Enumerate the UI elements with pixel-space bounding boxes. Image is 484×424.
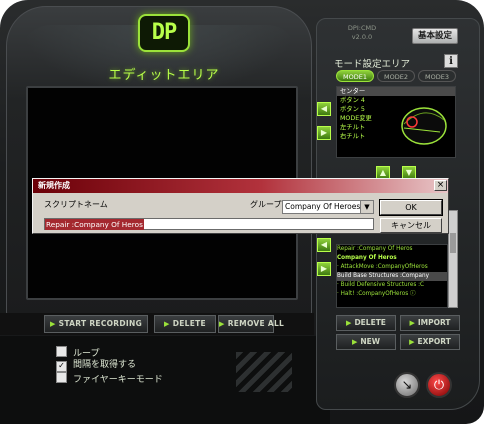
play-icon: ▶ (409, 338, 415, 346)
decorative-stripes (236, 352, 292, 392)
play-icon: ▶ (49, 320, 56, 328)
macro-list-scrollbar[interactable] (448, 210, 458, 308)
loop-option[interactable]: ループ (56, 346, 206, 359)
export-label: EXPORT (417, 337, 451, 346)
macro-list: Repair :Company Of Heros Company Of Hero… (336, 244, 448, 308)
group-select[interactable]: Company Of Heroes ▼ (282, 200, 374, 214)
dp-logo: DP (138, 14, 190, 52)
assign-next-arrow-icon[interactable]: ▶ (317, 126, 331, 140)
info-icon[interactable]: i (444, 54, 458, 68)
interval-label: 間隔を取得する (73, 360, 137, 370)
tab-mode2[interactable]: MODE2 (377, 70, 415, 82)
tab-mode3[interactable]: MODE3 (418, 70, 456, 82)
loop-label: ループ (73, 349, 100, 359)
mouse-icon (401, 107, 447, 145)
start-recording-button[interactable]: ▶ START RECORDING (44, 315, 148, 333)
delete-action-label: DELETE (172, 319, 206, 328)
list-item[interactable]: · Halt! :CompanyOfHeros ⓘ (337, 290, 447, 299)
list-prev-arrow-icon[interactable]: ◀ (317, 238, 331, 252)
delete-button[interactable]: ▶ DELETE (336, 315, 396, 331)
group-label: グループ (250, 200, 282, 209)
play-icon: ▶ (164, 320, 170, 328)
version-info: DPI:CMD v2.0.0 (326, 24, 398, 46)
group-select-value: Company Of Heroes (285, 202, 361, 211)
minimize-icon[interactable]: ↘ (394, 372, 420, 398)
delete-label: DELETE (354, 318, 386, 327)
remove-all-label: REMOVE ALL (227, 319, 285, 328)
script-name-label: スクリプトネーム (44, 200, 108, 209)
fire-key-option[interactable]: ファイヤーキーモード (56, 372, 206, 385)
list-item[interactable]: · AttackMove :CompanyOfHeros (337, 263, 447, 272)
list-next-arrow-icon[interactable]: ▶ (317, 262, 331, 276)
remove-all-button[interactable]: ▶ REMOVE ALL (218, 315, 284, 333)
list-group[interactable]: Company Of Heros (337, 254, 447, 263)
ok-button[interactable]: OK (379, 199, 443, 216)
scrollbar-thumb[interactable] (450, 233, 456, 253)
import-button[interactable]: ▶ IMPORT (400, 315, 460, 331)
list-item[interactable]: Repair :Company Of Heros (337, 245, 447, 254)
version-label: v2.0.0 (351, 33, 373, 41)
close-icon[interactable]: × (434, 180, 447, 191)
dpi-label: DPI:CMD (347, 24, 377, 32)
script-name-input[interactable]: Repair :Company Of Heros (44, 218, 374, 230)
new-button[interactable]: ▶ NEW (336, 334, 396, 350)
edit-area-title: エディットエリア (108, 68, 220, 83)
assign-prev-arrow-icon[interactable]: ◀ (317, 102, 331, 116)
start-recording-label: START RECORDING (58, 319, 143, 328)
import-label: IMPORT (417, 318, 451, 327)
loop-checkbox[interactable] (56, 346, 67, 357)
export-button[interactable]: ▶ EXPORT (400, 334, 460, 350)
dialog-title: 新規作成 (33, 179, 448, 193)
play-icon: ▶ (346, 319, 352, 327)
play-icon: ▶ (219, 320, 225, 328)
fire-key-checkbox[interactable] (56, 372, 67, 383)
tab-mode1[interactable]: MODE1 (336, 70, 374, 82)
power-icon[interactable]: ⏻ (426, 372, 452, 398)
script-name-value: Repair :Company Of Heros (45, 219, 144, 230)
interval-option[interactable]: ✓ 間隔を取得する (56, 359, 206, 372)
delete-action-button[interactable]: ▶ DELETE (154, 315, 216, 333)
chevron-down-icon[interactable]: ▼ (360, 201, 373, 213)
fire-key-label: ファイヤーキーモード (73, 375, 163, 385)
list-item[interactable]: Build Base Structures :Company (337, 272, 447, 281)
new-label: NEW (360, 337, 381, 346)
interval-checkbox[interactable]: ✓ (56, 361, 67, 372)
mode-area-title: モード設定エリア (334, 59, 411, 70)
cancel-button[interactable]: キャンセル (380, 218, 442, 233)
basic-settings-button[interactable]: 基本設定 (412, 28, 458, 44)
play-icon: ▶ (351, 338, 358, 346)
play-icon: ▶ (409, 319, 415, 327)
list-item[interactable]: · Build Defensive Structures :C (337, 281, 447, 290)
assign-item[interactable]: センター (337, 87, 455, 96)
